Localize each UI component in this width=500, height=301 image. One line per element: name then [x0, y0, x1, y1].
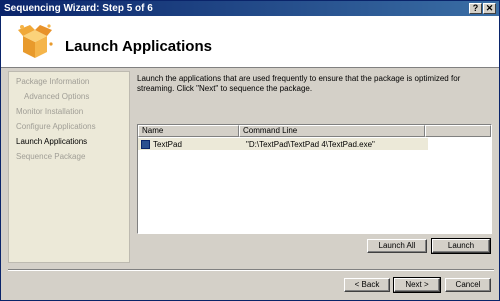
application-icon — [141, 139, 150, 149]
sidebar-item-monitor-installation: Monitor Installation — [16, 107, 84, 116]
list-header: Name Command Line — [138, 125, 491, 137]
steps-sidebar: Package Information Advanced Options Mon… — [8, 71, 130, 263]
column-header-filler — [425, 125, 491, 137]
sidebar-item-sequence-package: Sequence Package — [16, 152, 86, 161]
page-title: Launch Applications — [65, 38, 212, 55]
title-bar: Sequencing Wizard: Step 5 of 6 ? ✕ — [1, 1, 499, 16]
column-header-command-line[interactable]: Command Line — [239, 125, 425, 137]
wizard-window: Sequencing Wizard: Step 5 of 6 ? ✕ Launc… — [0, 0, 500, 301]
column-header-name[interactable]: Name — [138, 125, 239, 137]
sidebar-item-package-information: Package Information — [16, 77, 90, 86]
package-box-icon — [18, 24, 53, 58]
cancel-button[interactable]: Cancel — [445, 278, 491, 292]
next-button[interactable]: Next > — [393, 277, 441, 293]
applications-list[interactable]: Name Command Line TextPad "D:\TextPad\Te… — [137, 124, 492, 234]
footer-divider — [8, 269, 494, 271]
wizard-header: Launch Applications — [1, 16, 499, 68]
back-button[interactable]: < Back — [344, 278, 390, 292]
sidebar-item-advanced-options: Advanced Options — [24, 92, 90, 101]
window-title: Sequencing Wizard: Step 5 of 6 — [4, 3, 153, 14]
help-button[interactable]: ? — [469, 3, 482, 14]
instructions-text: Launch the applications that are used fr… — [137, 74, 461, 93]
table-row[interactable]: TextPad "D:\TextPad\TextPad 4\TextPad.ex… — [138, 138, 428, 150]
app-command-cell: "D:\TextPad\TextPad 4\TextPad.exe" — [246, 139, 375, 149]
sidebar-item-configure-applications: Configure Applications — [16, 122, 96, 131]
launch-button[interactable]: Launch — [431, 238, 491, 254]
app-name-cell: TextPad — [153, 139, 182, 149]
close-button[interactable]: ✕ — [483, 3, 496, 14]
sidebar-item-launch-applications: Launch Applications — [16, 137, 88, 146]
launch-all-button[interactable]: Launch All — [367, 239, 427, 253]
